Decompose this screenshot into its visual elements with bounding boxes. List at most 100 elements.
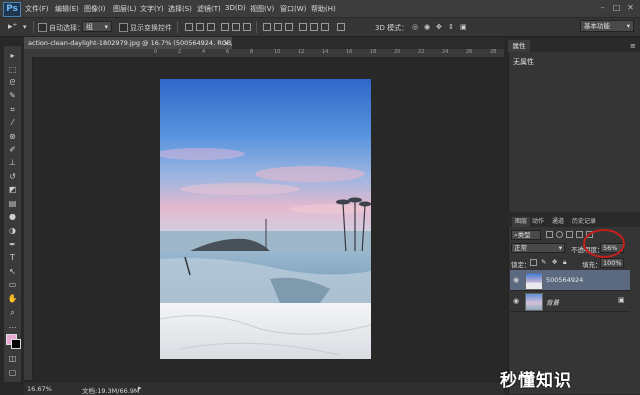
quick-select-tool-icon[interactable]: ✎ xyxy=(7,90,18,101)
3d-rotate-icon[interactable]: ◎ xyxy=(412,23,418,31)
edit-toolbar-icon[interactable]: … xyxy=(7,320,18,331)
filter-adjustment-icon[interactable] xyxy=(556,231,563,238)
blur-tool-icon[interactable]: ● xyxy=(7,211,18,222)
close-tab-icon[interactable]: × xyxy=(224,37,229,49)
filter-pixel-icon[interactable] xyxy=(546,231,553,238)
eraser-tool-icon[interactable]: ◩ xyxy=(7,184,18,195)
menu-edit[interactable]: 编辑(E) xyxy=(55,4,79,14)
close-icon[interactable]: ✕ xyxy=(626,3,635,12)
distribute-top-icon[interactable] xyxy=(263,23,271,31)
layer-name[interactable]: 500564924 xyxy=(546,276,583,284)
tab-channels[interactable]: 通道 xyxy=(552,217,564,227)
tab-history[interactable]: 历史记录 xyxy=(572,217,596,227)
clone-stamp-tool-icon[interactable]: ⊥ xyxy=(7,157,18,168)
background-color-swatch[interactable] xyxy=(11,339,21,349)
auto-align-icon[interactable] xyxy=(337,23,345,31)
auto-select-dropdown[interactable]: 组 ▾ xyxy=(82,21,112,32)
hand-tool-icon[interactable]: ✋ xyxy=(7,293,18,304)
align-vcenter-icon[interactable] xyxy=(196,23,204,31)
distribute-left-icon[interactable] xyxy=(299,23,307,31)
distribute-vcenter-icon[interactable] xyxy=(274,23,282,31)
distribute-hcenter-icon[interactable] xyxy=(310,23,318,31)
zoom-tool-icon[interactable]: ⌕ xyxy=(7,307,18,318)
zoom-level[interactable]: 16.67% xyxy=(27,385,52,393)
shape-tool-icon[interactable]: ▭ xyxy=(7,279,18,290)
align-right-icon[interactable] xyxy=(243,23,251,31)
lasso-tool-icon[interactable]: ᘓ xyxy=(7,77,18,88)
screen-mode-icon[interactable]: ▢ xyxy=(7,367,18,378)
layer-filter-dropdown[interactable]: ⌕类型 xyxy=(511,230,541,240)
fill-input[interactable]: 100% xyxy=(600,258,624,268)
layer-name[interactable]: 背景 xyxy=(546,297,559,307)
3d-pan-icon[interactable]: ✥ xyxy=(436,23,442,31)
panel-menu-icon[interactable]: ≡ xyxy=(630,42,636,50)
status-menu-arrow-icon[interactable]: ▸ xyxy=(138,384,142,392)
maximize-icon[interactable]: □ xyxy=(612,3,621,12)
distribute-bottom-icon[interactable] xyxy=(285,23,293,31)
3d-slide-icon[interactable]: ⇕ xyxy=(448,23,454,31)
history-brush-tool-icon[interactable]: ↺ xyxy=(7,171,18,182)
pen-tool-icon[interactable]: ✒ xyxy=(7,239,18,250)
lock-position-icon[interactable]: ✥ xyxy=(552,258,557,266)
3d-roll-icon[interactable]: ◉ xyxy=(424,23,430,31)
show-transform-checkbox[interactable] xyxy=(119,23,128,32)
menu-file[interactable]: 文件(F) xyxy=(25,4,49,14)
align-top-icon[interactable] xyxy=(185,23,193,31)
dodge-tool-icon[interactable]: ◑ xyxy=(7,225,18,236)
menu-3d[interactable]: 3D(D) xyxy=(225,4,246,12)
lock-all-icon[interactable]: 🔒︎ xyxy=(563,258,566,267)
marquee-tool-icon[interactable]: ⬚ xyxy=(7,64,18,75)
ruler-tick-label: 20 xyxy=(394,49,401,55)
menu-window[interactable]: 窗口(W) xyxy=(280,4,306,14)
type-tool-icon[interactable]: T xyxy=(7,252,18,263)
quick-mask-icon[interactable]: ◫ xyxy=(7,353,18,364)
horizontal-ruler[interactable]: 024681012141618202224262830323436 xyxy=(24,49,592,58)
align-bottom-icon[interactable] xyxy=(207,23,215,31)
path-select-tool-icon[interactable]: ↖ xyxy=(7,266,18,277)
highlight-annotation-circle xyxy=(583,229,625,258)
tool-preset-dropdown-icon[interactable]: ▾ xyxy=(23,23,27,31)
tab-layers[interactable]: 图层 xyxy=(512,217,531,227)
brush-tool-icon[interactable]: ✐ xyxy=(7,144,18,155)
menu-view[interactable]: 视图(V) xyxy=(250,4,274,14)
healing-brush-tool-icon[interactable]: ⊛ xyxy=(7,131,18,142)
gradient-tool-icon[interactable]: ▤ xyxy=(7,198,18,209)
ruler-tick-label: 4 xyxy=(202,49,206,55)
vertical-ruler[interactable] xyxy=(24,57,33,380)
blend-mode-dropdown[interactable]: 正常 ▾ xyxy=(511,243,565,253)
menu-filter[interactable]: 滤镜(T) xyxy=(197,4,221,14)
photoshop-logo: Ps xyxy=(3,2,21,17)
document-tab[interactable]: action-clean-daylight-1802979.jpg @ 16.7… xyxy=(24,37,232,49)
separator xyxy=(33,21,34,33)
menu-image[interactable]: 图像(I) xyxy=(84,4,106,14)
workspace-dropdown[interactable]: 基本功能 ▾ xyxy=(580,20,634,32)
document-image[interactable] xyxy=(160,79,371,359)
align-hcenter-icon[interactable] xyxy=(232,23,240,31)
status-bar: 16.67% 文档:19.3M/66.9M ▸ xyxy=(24,381,504,395)
menu-help[interactable]: 帮助(H) xyxy=(311,4,336,14)
crop-tool-icon[interactable]: ⌗ xyxy=(7,104,18,115)
layer-row[interactable]: ◉ 背景 ▣ xyxy=(510,291,630,312)
tab-actions[interactable]: 动作 xyxy=(532,217,544,227)
eye-icon[interactable]: ◉ xyxy=(513,297,519,305)
eyedropper-tool-icon[interactable]: ⁄ xyxy=(7,117,18,128)
tab-properties[interactable]: 属性 xyxy=(508,40,530,52)
minimize-icon[interactable]: – xyxy=(598,3,607,12)
move-tool-icon[interactable]: ▸⁺ xyxy=(8,22,17,32)
filter-shape-icon[interactable] xyxy=(576,231,583,238)
distribute-right-icon[interactable] xyxy=(321,23,329,31)
eye-icon[interactable]: ◉ xyxy=(513,276,519,284)
align-left-icon[interactable] xyxy=(221,23,229,31)
filter-type-icon[interactable] xyxy=(566,231,573,238)
lock-pixels-icon[interactable]: ✎ xyxy=(541,258,546,266)
menu-layer[interactable]: 图层(L) xyxy=(113,4,136,14)
menu-select[interactable]: 选择(S) xyxy=(168,4,192,14)
3d-scale-icon[interactable]: ▣ xyxy=(460,23,467,31)
menu-type[interactable]: 文字(Y) xyxy=(140,4,164,14)
lock-transparent-icon[interactable] xyxy=(530,259,537,266)
layer-thumbnail xyxy=(525,293,543,311)
move-tool-icon[interactable]: ▸ xyxy=(7,50,18,61)
layer-row[interactable]: ◉ 500564924 xyxy=(510,270,630,291)
auto-select-label: 自动选择： xyxy=(49,24,84,32)
auto-select-checkbox[interactable] xyxy=(38,23,47,32)
